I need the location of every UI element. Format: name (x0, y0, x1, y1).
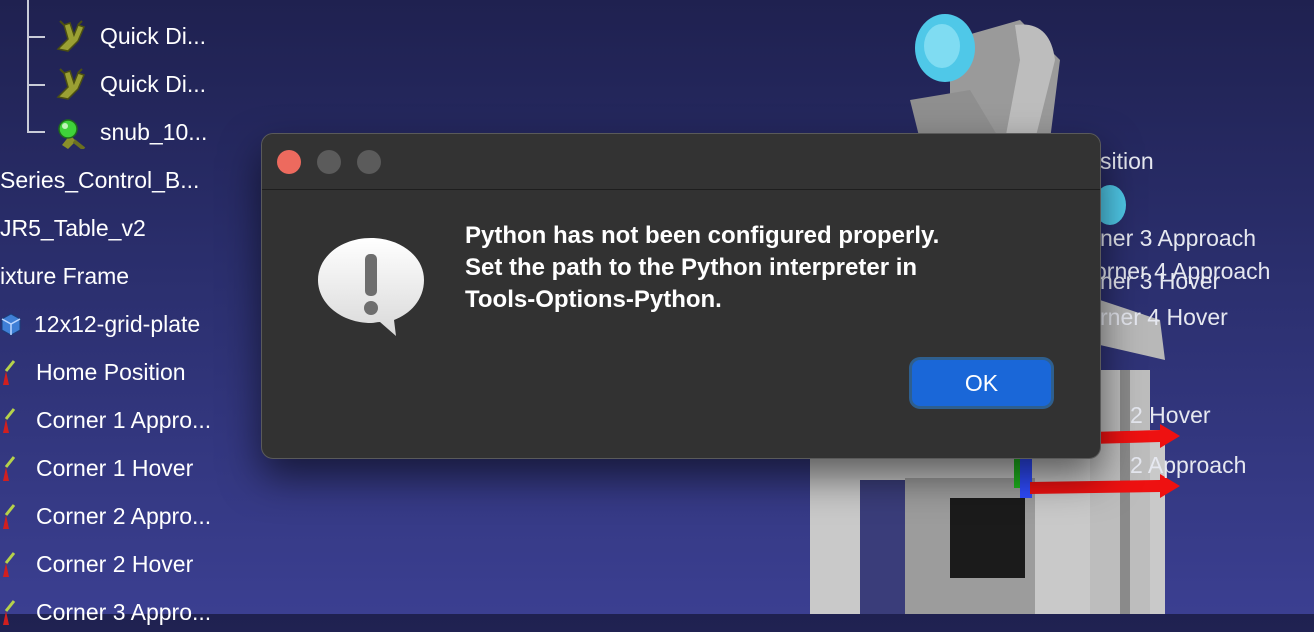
scene-label: rner 4 Hover (1100, 304, 1228, 330)
tree-item-label: Corner 3 Appro... (36, 598, 212, 625)
tree-item-label: Corner 2 Appro... (36, 502, 212, 529)
tree-item-label: Home Position (36, 358, 186, 385)
python-config-alert-dialog: Python has not been configured properly.… (261, 133, 1101, 459)
tree-item-control-box[interactable]: Series_Control_B... (0, 160, 199, 200)
tree-item-label: snub_10... (100, 118, 208, 145)
close-button[interactable] (277, 150, 301, 174)
tree-connector (27, 36, 45, 38)
tree-item-corner-2-hover[interactable]: Corner 2 Hover (0, 544, 193, 584)
scene-label: ner 3 Approach (1100, 225, 1257, 251)
zoom-button (357, 150, 381, 174)
target-icon (3, 408, 16, 433)
alert-message-line: Python has not been configured properly. (465, 222, 940, 249)
tree-item-label: Corner 1 Hover (36, 454, 194, 481)
tree-connector (27, 84, 45, 86)
tree-item-grid-plate[interactable]: 12x12-grid-plate (0, 304, 200, 344)
gripper-green-icon (58, 119, 86, 149)
scene-label: sition (1100, 148, 1154, 174)
gripper-icon (56, 20, 86, 52)
tree-item-label: Series_Control_B... (0, 166, 200, 193)
tree-item-label: Quick Di... (100, 22, 207, 49)
tree-item-home-position[interactable]: Home Position (0, 352, 186, 392)
alert-message: Python has not been configured properly.… (465, 220, 1045, 316)
scene-label: 2 Approach (1130, 452, 1247, 478)
tree-item-label: 12x12-grid-plate (34, 310, 201, 337)
tree-item-snub[interactable]: snub_10... (54, 112, 207, 152)
tree-connector (27, 131, 45, 133)
scene-label: ner 3 Hover (1100, 268, 1221, 294)
alert-icon (318, 238, 424, 336)
tree-item-corner-2-approach[interactable]: Corner 2 Appro... (0, 496, 211, 536)
tree-connector-vertical (27, 0, 29, 132)
alert-message-line: Tools-Options-Python. (465, 286, 722, 313)
tree-item-label: ixture Frame (0, 262, 130, 289)
target-icon (3, 552, 16, 577)
tree-item-label: JR5_Table_v2 (0, 214, 146, 241)
tree-item-corner-3-approach[interactable]: Corner 3 Appro... (0, 592, 211, 632)
tree-item-label: Corner 2 Hover (36, 550, 194, 577)
dialog-titlebar[interactable] (262, 134, 1100, 190)
tree-item-quick-disconnect-1[interactable]: Quick Di... (54, 16, 206, 56)
tree-item-table[interactable]: JR5_Table_v2 (0, 208, 146, 248)
cube-icon (1, 313, 21, 336)
station-tree: Quick Di... Quick Di... snub_10... Serie… (0, 0, 260, 625)
tree-item-fixture-frame[interactable]: ixture Frame (0, 256, 129, 296)
tree-item-label: Quick Di... (100, 70, 207, 97)
tree-item-label: Corner 1 Appro... (36, 406, 212, 433)
ok-button[interactable]: OK (912, 360, 1051, 406)
gripper-icon (56, 68, 86, 100)
target-icon (3, 360, 16, 385)
target-icon (3, 504, 16, 529)
tree-item-corner-1-hover[interactable]: Corner 1 Hover (0, 448, 193, 488)
target-icon (3, 456, 16, 481)
target-icon (3, 600, 16, 625)
minimize-button (317, 150, 341, 174)
tree-item-quick-disconnect-2[interactable]: Quick Di... (54, 64, 206, 104)
alert-message-line: Set the path to the Python interpreter i… (465, 254, 918, 281)
scene-label: 2 Hover (1130, 402, 1211, 428)
tree-item-corner-1-approach[interactable]: Corner 1 Appro... (0, 400, 211, 440)
